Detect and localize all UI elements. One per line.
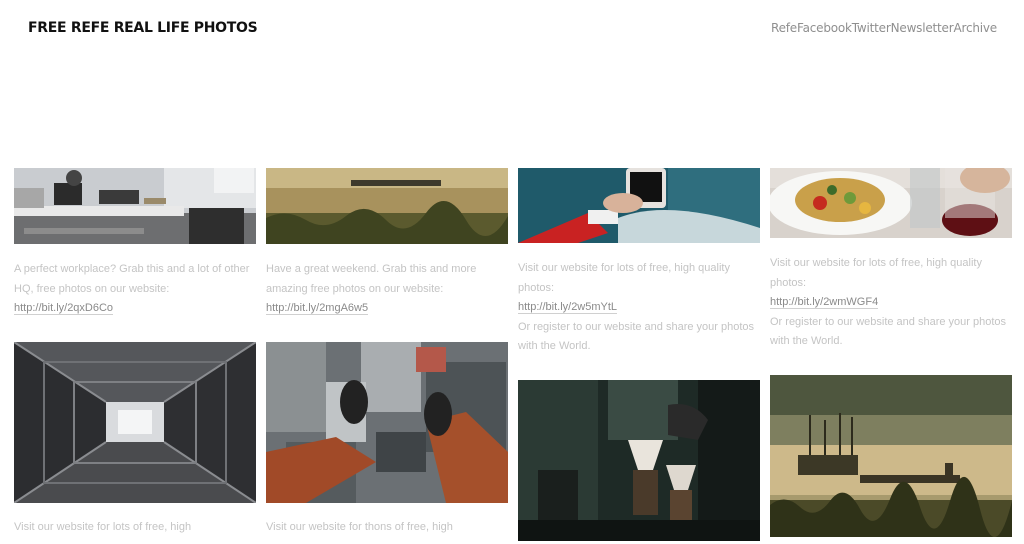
- caption-text: Visit our website for lots of free, high…: [518, 262, 730, 294]
- site-title[interactable]: FREE REFE REAL LIFE PHOTOS: [28, 20, 258, 36]
- nav-link-archive[interactable]: Archive: [953, 21, 997, 35]
- caption-text: A perfect workplace? Grab this and a lot…: [14, 263, 250, 295]
- caption-text: Visit our website for lots of free, high…: [770, 257, 982, 289]
- caption-link[interactable]: http://bit.ly/2w5mYtL: [518, 301, 618, 314]
- post-photo-city-feet[interactable]: [266, 342, 508, 503]
- post-caption: Visit our website for lots of free, high…: [518, 259, 760, 357]
- nav-link-twitter[interactable]: Twitter: [852, 21, 891, 35]
- post-photo-misty-lake[interactable]: [266, 158, 508, 244]
- post-photo-corridor[interactable]: [14, 342, 256, 503]
- caption-link[interactable]: http://bit.ly/2qxD6Co: [14, 302, 114, 315]
- post-caption: Have a great weekend. Grab this and more…: [266, 260, 508, 319]
- post-photo-foggy-lake[interactable]: [770, 375, 1012, 537]
- post-photo-workplace[interactable]: [14, 158, 256, 244]
- post-photo-food[interactable]: [770, 158, 1012, 238]
- post-photo-smartphone[interactable]: [518, 158, 760, 243]
- main-nav: Refe Facebook Twitter Newsletter Archive: [771, 21, 997, 35]
- post-caption: Visit our website for lots of free, high: [14, 518, 256, 538]
- post-photo-coffee[interactable]: [518, 380, 760, 541]
- caption-link[interactable]: http://bit.ly/2mgA6w5: [266, 302, 369, 315]
- nav-link-refe[interactable]: Refe: [771, 21, 797, 35]
- caption-text: Have a great weekend. Grab this and more…: [266, 263, 477, 295]
- post-caption: A perfect workplace? Grab this and a lot…: [14, 260, 256, 319]
- nav-link-facebook[interactable]: Facebook: [797, 21, 852, 35]
- nav-link-newsletter[interactable]: Newsletter: [891, 21, 954, 35]
- post-caption: Visit our website for lots of free, high…: [770, 254, 1012, 352]
- caption-link[interactable]: http://bit.ly/2wmWGF4: [770, 296, 879, 309]
- site-header: FREE REFE REAL LIFE PHOTOS Refe Facebook…: [0, 0, 1024, 168]
- caption-text: Visit our website for lots of free, high: [14, 521, 192, 533]
- caption-text: Visit our website for thons of free, hig…: [266, 521, 453, 533]
- caption-text-secondary: Or register to our website and share you…: [518, 320, 755, 353]
- post-caption: Visit our website for thons of free, hig…: [266, 518, 508, 538]
- caption-text-secondary: Or register to our website and share you…: [770, 315, 1007, 348]
